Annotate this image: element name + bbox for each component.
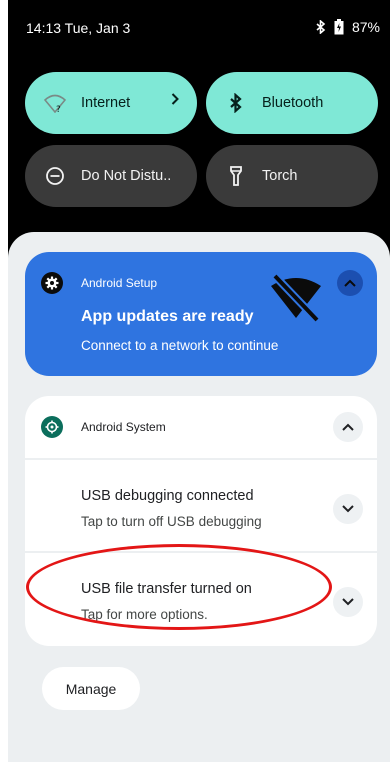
bluetooth-icon — [224, 91, 248, 115]
notification-title: App updates are ready — [81, 308, 254, 325]
tile-do-not-disturb[interactable]: Do Not Distu.. — [25, 145, 197, 207]
expand-button[interactable] — [333, 587, 363, 617]
settings-gear-icon — [41, 272, 63, 294]
tile-internet[interactable]: ? Internet — [25, 72, 197, 134]
battery-icon — [334, 19, 344, 35]
status-bar: 14:13 Tue, Jan 3 87% — [8, 0, 390, 56]
collapse-button[interactable] — [333, 412, 363, 442]
android-system-icon — [41, 416, 63, 438]
notification-text: Connect to a network to continue — [81, 338, 279, 353]
svg-text:?: ? — [56, 105, 61, 113]
battery-percent: 87% — [351, 19, 380, 35]
tile-torch-label: Torch — [262, 168, 298, 184]
notification-android-setup[interactable]: Android Setup App updates are ready Conn… — [25, 252, 377, 376]
do-not-disturb-icon — [43, 164, 67, 188]
notification-app-name: Android System — [81, 420, 166, 434]
flashlight-icon — [224, 164, 248, 188]
tile-bluetooth-label: Bluetooth — [262, 95, 324, 111]
expand-button[interactable] — [333, 494, 363, 524]
wifi-question-icon: ? — [43, 91, 67, 115]
notification-app-name: Android Setup — [81, 276, 158, 290]
wifi-off-icon — [267, 272, 325, 329]
collapse-button[interactable] — [337, 270, 363, 296]
tile-do-not-disturb-label: Do Not Distu.. — [81, 168, 172, 184]
notification-title: USB debugging connected — [81, 488, 254, 504]
status-icons: 87% — [316, 19, 380, 35]
bluetooth-icon — [316, 20, 326, 34]
notification-shade: 14:13 Tue, Jan 3 87% ? Internet Bluetoot… — [0, 0, 390, 762]
tile-internet-label: Internet — [81, 95, 131, 111]
tile-bluetooth[interactable]: Bluetooth — [206, 72, 378, 134]
tile-torch[interactable]: Torch — [206, 145, 378, 207]
notification-group-header[interactable]: Android System — [25, 396, 377, 458]
notification-usb-debugging[interactable]: USB debugging connected Tap to turn off … — [25, 460, 377, 550]
manage-button[interactable]: Manage — [42, 667, 140, 710]
status-time: 14:13 Tue, Jan 3 — [26, 20, 131, 36]
chevron-right-icon — [171, 93, 179, 109]
highlight-annotation — [26, 544, 332, 630]
notification-text: Tap to turn off USB debugging — [81, 514, 262, 529]
